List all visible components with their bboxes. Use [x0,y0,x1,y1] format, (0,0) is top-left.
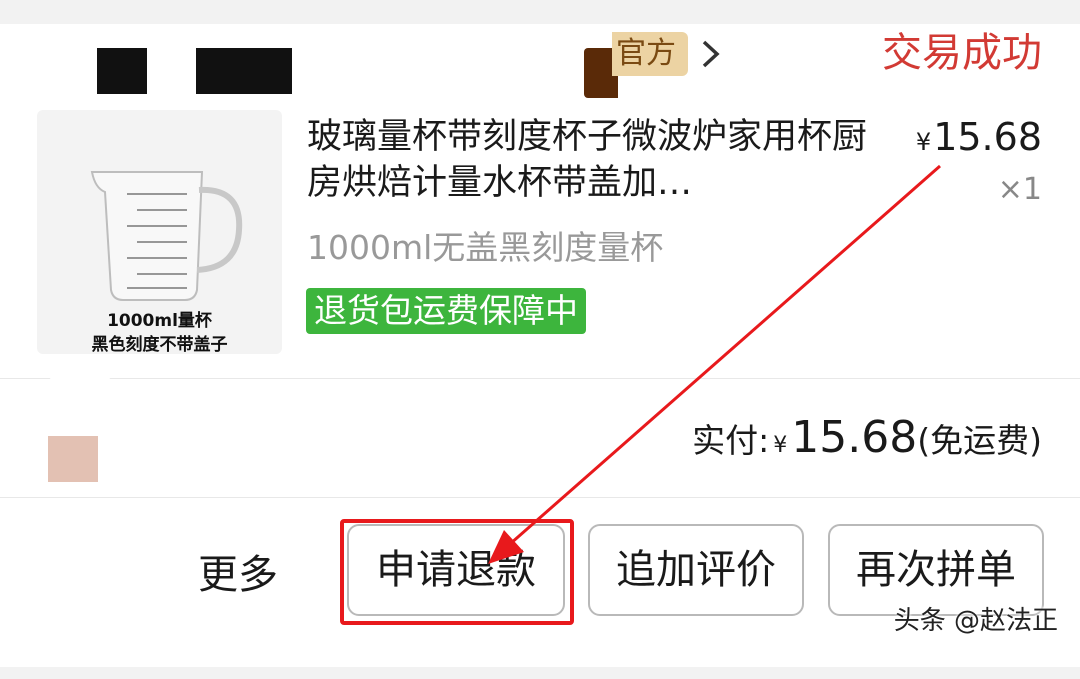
watermark-text: 头条 @赵法正 [893,606,1058,636]
product-spec: 1000ml无盖黑刻度量杯 [307,228,664,267]
add-review-button[interactable]: 追加评价 [588,524,804,616]
product-title[interactable]: 玻璃量杯带刻度杯子微波炉家用杯厨房烘焙计量水杯带盖加… [307,114,887,206]
chevron-right-icon[interactable] [698,32,724,76]
paid-value: 15.68 [791,412,918,463]
return-shipping-badge: 退货包运费保障中 [306,288,586,334]
refund-highlight-box [340,519,574,625]
more-button[interactable]: 更多 [198,550,278,600]
image-caption-spec: 黑色刻度不带盖子 [91,335,228,355]
product-quantity: ×1 [997,172,1042,207]
divider [0,497,1080,498]
price-value: 15.68 [933,115,1042,159]
divider [0,378,1080,379]
product-price: ¥15.68 [916,114,1042,165]
official-store-tag: 官方 [612,32,688,76]
paid-label: 实付: [692,421,770,460]
product-image[interactable]: 1000ml量杯 黑色刻度不带盖子 [37,110,282,355]
decorative-blob [48,436,98,482]
redacted-store-name-part [97,48,147,94]
currency-symbol: ¥ [773,433,788,458]
image-caption-size: 1000ml量杯 [107,311,212,331]
measuring-cup-illustration [90,171,243,301]
reorder-button[interactable]: 再次拼单 [828,524,1044,616]
decorative-blob [40,365,120,445]
shipping-note: (免运费) [917,421,1042,460]
currency-symbol: ¥ [915,128,932,156]
redacted-store-name-part [196,48,292,94]
order-status: 交易成功 [882,30,1042,76]
paid-amount: 实付: ¥15.68(免运费) [692,410,1042,474]
